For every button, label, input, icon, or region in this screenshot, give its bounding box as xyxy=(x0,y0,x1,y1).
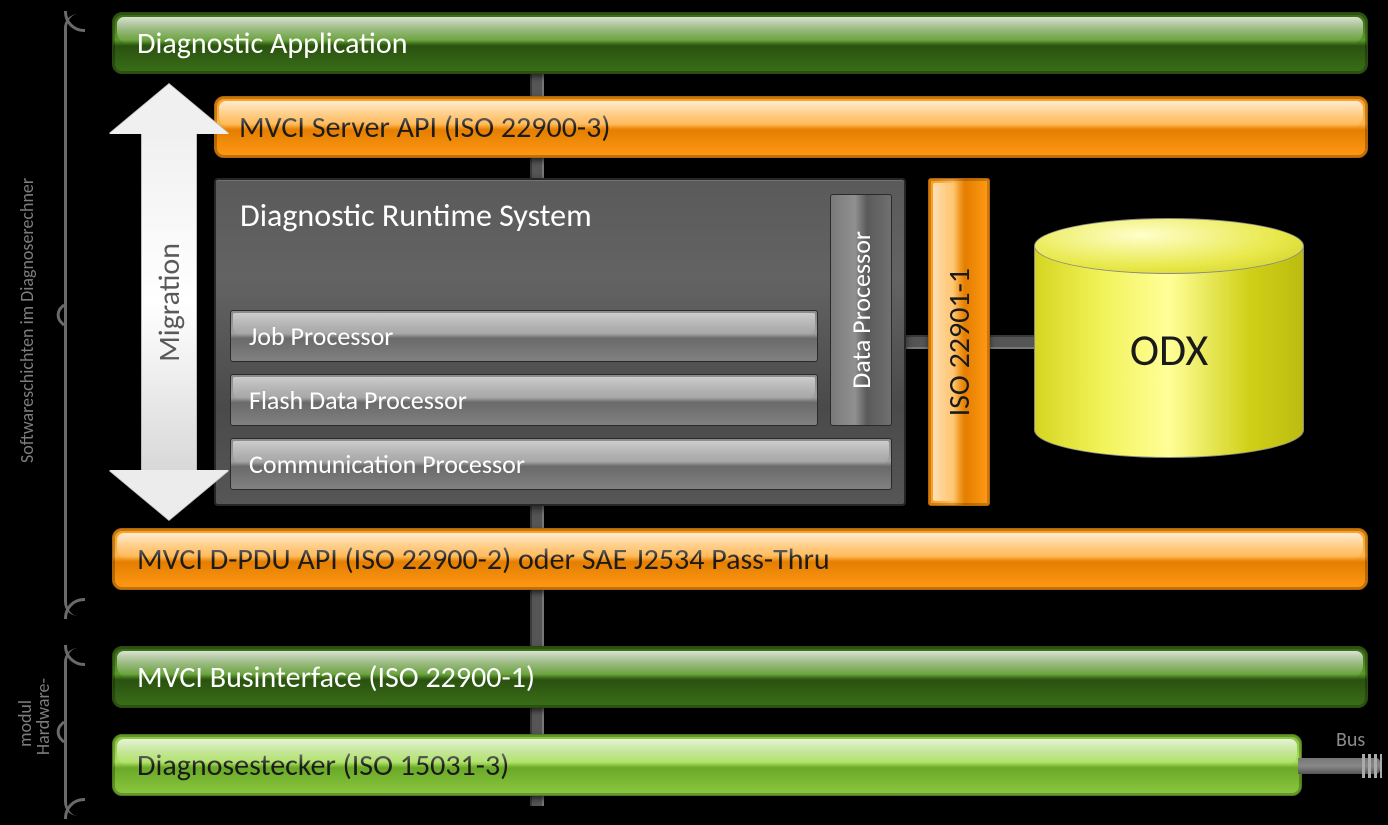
layer-diagnostic-connector: Diagnosestecker (ISO 15031-3) xyxy=(112,734,1302,796)
migration-arrow-label: Migration xyxy=(151,243,188,362)
brace-software xyxy=(64,14,84,616)
layer-businterface: MVCI Businterface (ISO 22900-1) xyxy=(112,646,1368,708)
layer-businterface-label: MVCI Businterface (ISO 22900-1) xyxy=(137,659,535,696)
brace-hardware xyxy=(64,648,84,816)
bar-flash-data-processor-label: Flash Data Processor xyxy=(249,384,467,416)
panel-runtime-title: Diagnostic Runtime System xyxy=(240,196,592,235)
layer-dpdu-api: MVCI D-PDU API (ISO 22900-2) oder SAE J2… xyxy=(112,528,1368,590)
migration-arrow: Migration xyxy=(124,132,214,472)
layer-dpdu-api-label: MVCI D-PDU API (ISO 22900-2) oder SAE J2… xyxy=(137,541,830,578)
bar-communication-processor-label: Communication Processor xyxy=(249,448,525,480)
bar-job-processor-label: Job Processor xyxy=(249,320,393,352)
bus-spur xyxy=(1298,758,1380,774)
bar-iso22901: ISO 22901-1 xyxy=(928,178,990,506)
db-odx: ODX xyxy=(1034,218,1304,458)
diagram-stage: Softwareschichten im Diagnoserechner Har… xyxy=(0,0,1388,825)
bar-flash-data-processor: Flash Data Processor xyxy=(230,374,818,426)
bus-label: Bus xyxy=(1336,728,1365,752)
bar-communication-processor: Communication Processor xyxy=(230,438,892,490)
db-odx-label: ODX xyxy=(1034,323,1304,377)
layer-diagnostic-application: Diagnostic Application xyxy=(112,12,1368,74)
layer-diagnostic-application-label: Diagnostic Application xyxy=(137,25,407,62)
bar-job-processor: Job Processor xyxy=(230,310,818,362)
bar-iso22901-label: ISO 22901-1 xyxy=(941,268,978,416)
bar-data-processor: Data Processor xyxy=(830,194,892,426)
layer-mvci-server-api: MVCI Server API (ISO 22900-3) xyxy=(214,96,1368,158)
label-software-side: Softwareschichten im Diagnoserechner xyxy=(16,150,38,490)
layer-mvci-server-api-label: MVCI Server API (ISO 22900-3) xyxy=(239,109,610,146)
panel-runtime-system: Diagnostic Runtime System Job Processor … xyxy=(214,178,906,506)
layer-diagnostic-connector-label: Diagnosestecker (ISO 15031-3) xyxy=(137,747,509,784)
bar-data-processor-label: Data Processor xyxy=(845,231,877,389)
label-hardware-side-2: modul xyxy=(14,700,36,747)
